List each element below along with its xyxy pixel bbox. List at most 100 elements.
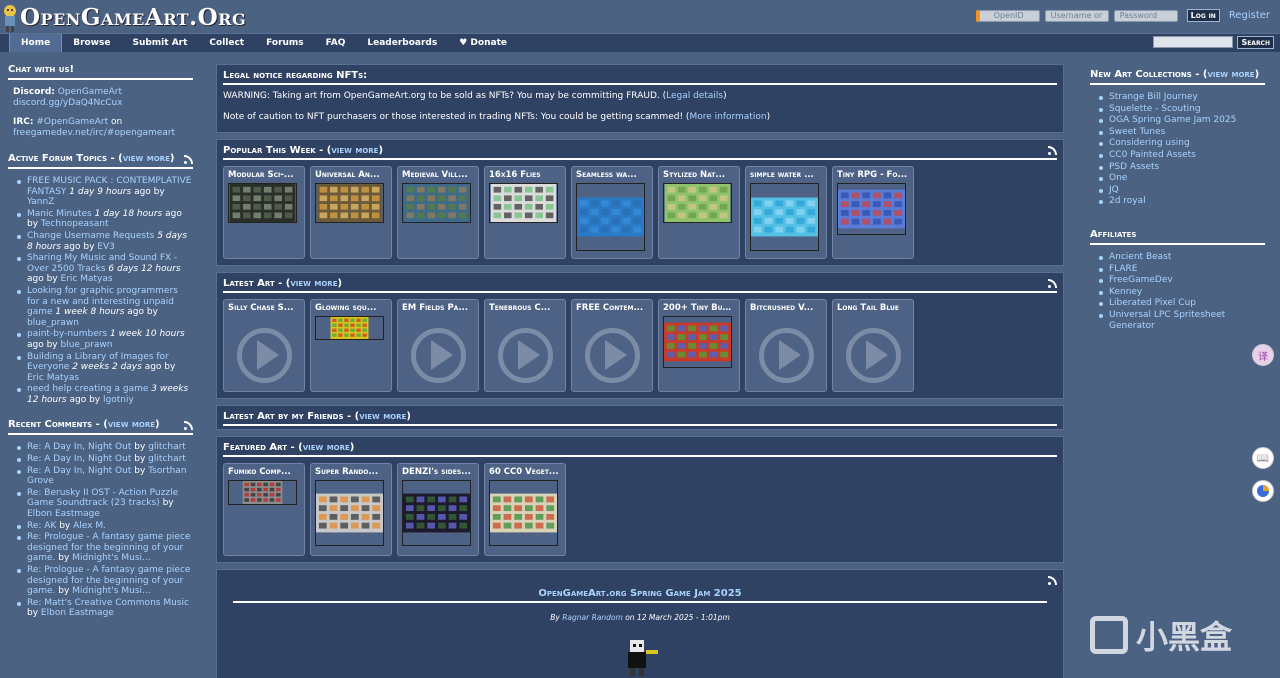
- collections-link[interactable]: CC0 Painted Assets: [1109, 150, 1196, 160]
- collections-view-more-link[interactable]: view more: [1207, 69, 1254, 80]
- friends-view-more-link[interactable]: view more: [359, 411, 406, 422]
- art-thumbnail[interactable]: [489, 183, 558, 223]
- legal-details-link[interactable]: Legal details: [666, 91, 723, 101]
- collections-link[interactable]: Sweet Tunes: [1109, 127, 1165, 137]
- nav-faq[interactable]: FAQ: [315, 34, 357, 52]
- art-title[interactable]: Long Tail Blue: [837, 303, 909, 313]
- forum-topic-link[interactable]: need help creating a game: [27, 384, 148, 394]
- art-tile[interactable]: FREE Contem...: [571, 299, 653, 392]
- art-thumbnail[interactable]: [402, 183, 471, 223]
- comment-link[interactable]: Re: Berusky II OST - Action Puzzle Game …: [27, 488, 178, 509]
- site-title[interactable]: OpenGameArt.Org: [20, 4, 246, 31]
- art-thumbnail[interactable]: [402, 480, 471, 546]
- comment-link[interactable]: Re: AK: [27, 521, 56, 531]
- rss-icon[interactable]: [1048, 146, 1057, 155]
- translate-icon[interactable]: 译: [1252, 344, 1274, 366]
- topic-user-link[interactable]: EV3: [97, 242, 115, 252]
- nav-browse[interactable]: Browse: [62, 34, 121, 52]
- password-input[interactable]: Password: [1113, 9, 1178, 22]
- news-author-link[interactable]: Ragnar Random: [562, 613, 623, 622]
- rss-icon[interactable]: [1048, 576, 1057, 585]
- extension-icon[interactable]: [1252, 480, 1274, 502]
- art-title[interactable]: Glowing squ...: [315, 303, 387, 313]
- comment-user-link[interactable]: Elbon Eastmage: [27, 509, 100, 519]
- collections-link[interactable]: Squelette - Scouting: [1109, 104, 1201, 114]
- forum-topic-link[interactable]: paint-by-numbers: [27, 329, 107, 339]
- art-thumbnail[interactable]: [750, 183, 819, 251]
- art-title[interactable]: simple water ...: [750, 170, 822, 180]
- login-button[interactable]: Log in: [1186, 9, 1220, 22]
- audio-play-icon[interactable]: [575, 316, 649, 390]
- art-title[interactable]: 200+ Tiny But...: [663, 303, 735, 313]
- art-title[interactable]: Stylized Nat...: [663, 170, 735, 180]
- more-information-link[interactable]: More information: [689, 112, 766, 122]
- collections-link[interactable]: 2d royal: [1109, 196, 1146, 206]
- art-tile[interactable]: Fumiko Comp...: [223, 463, 305, 556]
- topic-user-link[interactable]: Eric Matyas: [27, 373, 79, 383]
- art-title[interactable]: Universal An...: [315, 170, 387, 180]
- rss-icon[interactable]: [184, 155, 193, 164]
- art-tile[interactable]: Tiny RPG - Fo...: [832, 166, 914, 259]
- nav-home[interactable]: Home: [9, 34, 63, 52]
- art-tile[interactable]: simple water ...: [745, 166, 827, 259]
- reader-icon[interactable]: 📖: [1252, 447, 1274, 469]
- art-title[interactable]: Tiny RPG - Fo...: [837, 170, 909, 180]
- art-thumbnail[interactable]: [576, 183, 645, 251]
- nav-submit-art[interactable]: Submit Art: [121, 34, 198, 52]
- irc-channel-link[interactable]: #OpenGameArt: [36, 117, 108, 127]
- art-title[interactable]: Medieval Vill...: [402, 170, 474, 180]
- art-tile[interactable]: 200+ Tiny But...: [658, 299, 740, 392]
- forum-topic-link[interactable]: Change Username Requests: [27, 231, 154, 241]
- comment-user-link[interactable]: glitchart: [148, 454, 186, 464]
- topic-user-link[interactable]: blue_prawn: [27, 318, 79, 328]
- search-input[interactable]: [1153, 36, 1234, 48]
- art-tile[interactable]: 60 CC0 Veget...: [484, 463, 566, 556]
- collections-link[interactable]: OGA Spring Game Jam 2025: [1109, 115, 1236, 125]
- discord-invite-link[interactable]: discord.gg/yDaQ4NcCux: [13, 98, 123, 108]
- latest-view-more-link[interactable]: view more: [290, 278, 337, 289]
- art-tile[interactable]: Medieval Vill...: [397, 166, 479, 259]
- art-title[interactable]: Fumiko Comp...: [228, 467, 300, 477]
- art-tile[interactable]: Tenebrous C...: [484, 299, 566, 392]
- art-title[interactable]: Bitcrushed V...: [750, 303, 822, 313]
- art-thumbnail[interactable]: [315, 316, 384, 340]
- art-thumbnail[interactable]: [228, 183, 297, 223]
- register-link[interactable]: Register: [1229, 10, 1270, 21]
- topic-user-link[interactable]: Eric Matyas: [61, 274, 113, 284]
- comment-link[interactable]: Re: A Day In, Night Out: [27, 454, 131, 464]
- art-tile[interactable]: Universal An...: [310, 166, 392, 259]
- comment-link[interactable]: Re: A Day In, Night Out: [27, 466, 131, 476]
- affiliates-link[interactable]: Ancient Beast: [1109, 252, 1171, 262]
- art-tile[interactable]: Silly Chase S...: [223, 299, 305, 392]
- collections-link[interactable]: JQ: [1109, 185, 1119, 195]
- art-title[interactable]: DENZI's sides...: [402, 467, 474, 477]
- audio-play-icon[interactable]: [488, 316, 562, 390]
- collections-link[interactable]: One: [1109, 173, 1127, 183]
- comment-link[interactable]: Re: Matt's Creative Commons Music: [27, 598, 189, 608]
- art-tile[interactable]: DENZI's sides...: [397, 463, 479, 556]
- affiliates-link[interactable]: FLARE: [1109, 264, 1138, 274]
- art-thumbnail[interactable]: [663, 316, 732, 368]
- comments-view-more-link[interactable]: view more: [108, 419, 155, 430]
- audio-play-icon[interactable]: [227, 316, 301, 390]
- art-tile[interactable]: Stylized Nat...: [658, 166, 740, 259]
- discord-name-link[interactable]: OpenGameArt: [58, 87, 122, 97]
- art-tile[interactable]: Long Tail Blue: [832, 299, 914, 392]
- art-tile[interactable]: 16x16 Flies: [484, 166, 566, 259]
- art-title[interactable]: Modular Sci-...: [228, 170, 300, 180]
- nav-forums[interactable]: Forums: [255, 34, 315, 52]
- audio-play-icon[interactable]: [836, 316, 910, 390]
- comment-link[interactable]: Re: A Day In, Night Out: [27, 442, 131, 452]
- rss-icon[interactable]: [184, 421, 193, 431]
- audio-play-icon[interactable]: [401, 316, 475, 390]
- art-tile[interactable]: Seamless wa...: [571, 166, 653, 259]
- openid-input[interactable]: OpenID: [975, 9, 1040, 22]
- art-tile[interactable]: EM Fields Pa...: [397, 299, 479, 392]
- art-tile[interactable]: Glowing squ...: [310, 299, 392, 392]
- forum-topic-link[interactable]: Manic Minutes: [27, 209, 92, 219]
- comment-user-link[interactable]: Alex M.: [73, 521, 106, 531]
- topic-user-link[interactable]: lgotniy: [103, 395, 134, 405]
- topic-user-link[interactable]: YannZ: [27, 197, 54, 207]
- audio-play-icon[interactable]: [749, 316, 823, 390]
- art-title[interactable]: Tenebrous C...: [489, 303, 561, 313]
